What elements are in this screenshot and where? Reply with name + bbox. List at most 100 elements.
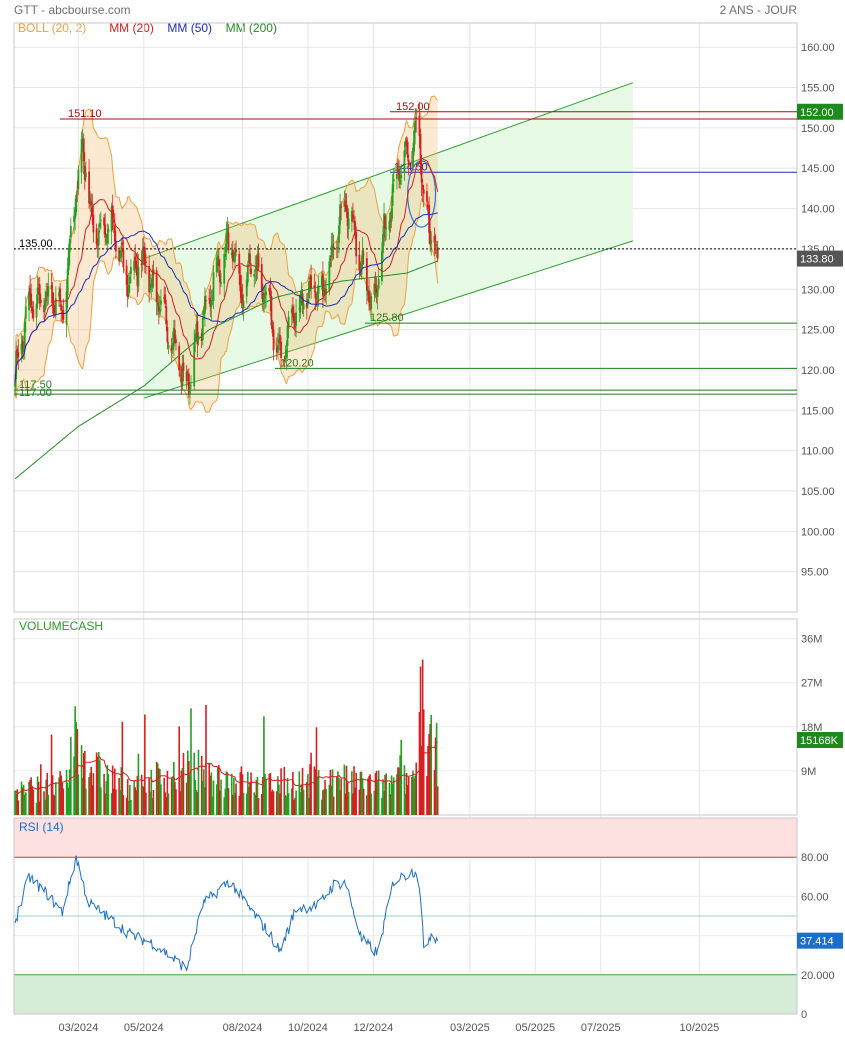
candle-body bbox=[310, 275, 313, 289]
volume-bar bbox=[280, 768, 282, 815]
volume-bar bbox=[392, 777, 395, 815]
volume-bar bbox=[160, 784, 162, 815]
candle-body bbox=[272, 329, 275, 351]
volume-bar bbox=[242, 792, 245, 815]
candle-body bbox=[390, 208, 393, 222]
candle-body bbox=[14, 382, 16, 387]
candle-body bbox=[59, 288, 62, 302]
volume-bar bbox=[287, 793, 290, 815]
candle-body bbox=[76, 190, 79, 192]
rsi-badge-last: 37.414 bbox=[800, 936, 834, 948]
candle-body bbox=[50, 284, 53, 290]
candle-body bbox=[179, 374, 182, 376]
candle-body bbox=[358, 254, 361, 271]
candle-body bbox=[436, 247, 439, 259]
candle-body bbox=[287, 316, 290, 329]
candle-body bbox=[156, 302, 159, 307]
price-badge-last: 133.80 bbox=[800, 254, 834, 266]
volume-bar bbox=[175, 789, 177, 815]
volume-badge-last: 15168K bbox=[800, 735, 839, 747]
candle-body bbox=[173, 329, 176, 340]
candle-body bbox=[107, 228, 110, 233]
candle-body bbox=[434, 244, 437, 246]
candle-body bbox=[347, 218, 350, 230]
candle-body bbox=[35, 303, 38, 318]
price-tick-label: 120.00 bbox=[801, 365, 835, 377]
volume-bar bbox=[265, 779, 267, 815]
volume-bar bbox=[310, 752, 312, 815]
candle-body bbox=[433, 235, 436, 243]
candle-body bbox=[231, 249, 234, 262]
volume-bar bbox=[212, 780, 215, 815]
volume-bar bbox=[24, 792, 27, 815]
volume-bar bbox=[205, 704, 207, 815]
volume-panel[interactable] bbox=[13, 618, 798, 816]
candle-body bbox=[205, 300, 207, 302]
volume-bar bbox=[227, 788, 230, 815]
candle-body bbox=[121, 242, 124, 246]
price-badge-high: 152.00 bbox=[800, 107, 834, 119]
candle-body bbox=[384, 216, 387, 229]
candle-body bbox=[407, 159, 410, 167]
candle-body bbox=[295, 312, 297, 326]
candle-body bbox=[227, 232, 230, 251]
candle-body bbox=[210, 300, 213, 308]
volume-bar bbox=[145, 792, 147, 815]
candle-body bbox=[194, 333, 197, 342]
candle-body bbox=[65, 291, 68, 325]
volume-bar bbox=[340, 778, 342, 815]
candle-body bbox=[422, 189, 425, 194]
candle-body bbox=[47, 285, 50, 297]
candle-body bbox=[368, 290, 370, 303]
price-tick-label: 100.00 bbox=[801, 526, 835, 538]
volume-bar bbox=[115, 789, 117, 815]
volume-title: VOLUMECASH bbox=[19, 619, 103, 633]
volume-bar bbox=[190, 708, 192, 815]
candle-body bbox=[376, 291, 379, 297]
chart-range[interactable]: 2 ANS - JOUR bbox=[720, 3, 798, 17]
candle-body bbox=[260, 264, 263, 291]
candle-body bbox=[377, 279, 380, 289]
candle-body bbox=[329, 259, 332, 261]
candle-body bbox=[428, 204, 430, 233]
candle-body bbox=[374, 284, 377, 288]
price-tick-label: 125.00 bbox=[801, 325, 835, 337]
candle-body bbox=[285, 349, 288, 357]
candle-body bbox=[95, 227, 98, 244]
candle-body bbox=[365, 258, 368, 292]
candle-body bbox=[133, 260, 136, 271]
price-tick-label: 150.00 bbox=[801, 123, 835, 135]
candle-body bbox=[430, 240, 433, 244]
volume-bar bbox=[430, 715, 433, 815]
candle-body bbox=[345, 205, 348, 213]
x-tick-label: 07/2025 bbox=[581, 1022, 621, 1034]
candle-body bbox=[84, 172, 87, 178]
candle-body bbox=[92, 214, 95, 233]
candle-body bbox=[403, 150, 406, 173]
candle-body bbox=[89, 197, 92, 202]
x-tick-label: 08/2024 bbox=[223, 1022, 263, 1034]
candle-body bbox=[220, 282, 222, 284]
price-tick-label: 105.00 bbox=[801, 486, 835, 498]
candle-body bbox=[253, 274, 256, 277]
candle-body bbox=[23, 321, 26, 348]
candle-body bbox=[392, 178, 395, 182]
candle-body bbox=[406, 141, 409, 158]
level-label: 152.00 bbox=[396, 101, 430, 113]
candle-body bbox=[120, 246, 123, 258]
candle-body bbox=[164, 294, 167, 305]
candle-body bbox=[413, 130, 415, 152]
candle-body bbox=[235, 249, 237, 253]
volume-bar bbox=[436, 786, 439, 815]
rsi-tick-label: 80.00 bbox=[801, 852, 829, 864]
rsi-tick-label: 20.000 bbox=[801, 970, 835, 982]
volume-bar bbox=[347, 791, 350, 815]
chart-title: GTT - abcbourse.com bbox=[14, 3, 130, 17]
candle-body bbox=[398, 169, 400, 181]
level-label: 151.10 bbox=[68, 108, 102, 120]
candle-body bbox=[36, 287, 39, 305]
candle-body bbox=[212, 272, 215, 302]
candle-body bbox=[167, 345, 170, 347]
candle-body bbox=[134, 256, 137, 261]
candle-body bbox=[217, 259, 220, 267]
